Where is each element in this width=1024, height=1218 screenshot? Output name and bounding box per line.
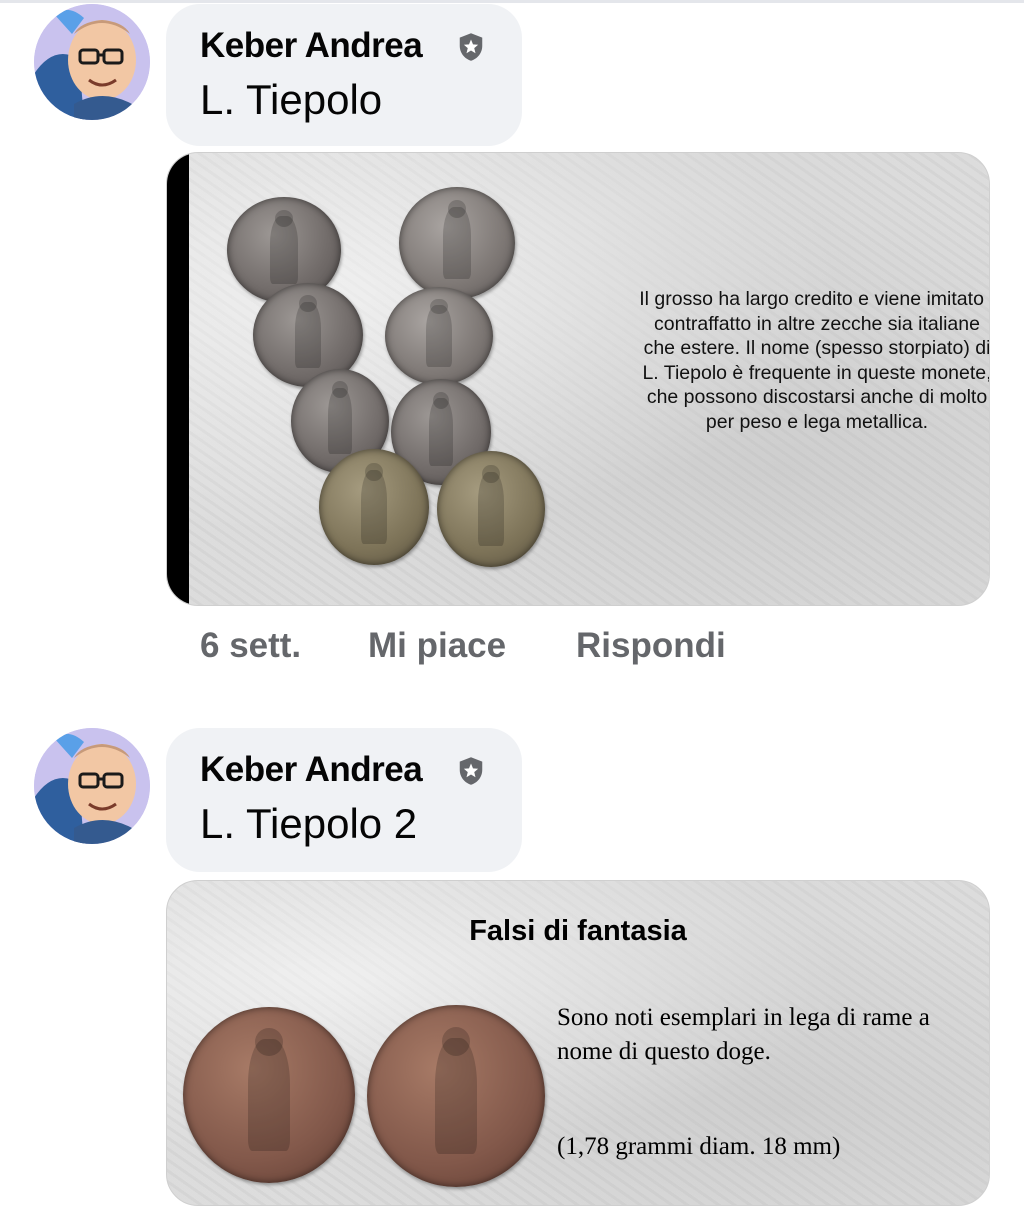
shield-star-icon (456, 32, 486, 62)
coin-image (399, 187, 515, 299)
coin-image (385, 287, 493, 385)
coin-image (367, 1005, 545, 1187)
attached-image-copper-coins[interactable]: Falsi di fantasia Sono noti esemplari in… (166, 880, 990, 1206)
shield-star-icon (456, 756, 486, 786)
coin-image (437, 451, 545, 567)
comment-author[interactable]: Keber Andrea (200, 750, 423, 790)
image-border (167, 153, 189, 605)
avatar-image (34, 728, 150, 844)
avatar-image (34, 4, 150, 120)
watermark-text (577, 241, 967, 281)
image-caption: Sono noti esemplari in lega di rame a no… (557, 1004, 930, 1065)
avatar[interactable] (34, 4, 150, 120)
comment-author[interactable]: Keber Andrea (200, 26, 423, 66)
attached-image-coins[interactable]: Il grosso ha largo credito e viene imita… (166, 152, 990, 606)
like-button[interactable]: Mi piace (368, 626, 506, 666)
image-note: (1,78 grammi diam. 18 mm) (557, 1133, 841, 1160)
comment-bubble: Keber Andrea L. Tiepolo 2 (166, 728, 522, 872)
comment-text: L. Tiepolo (200, 76, 383, 123)
top-divider (0, 0, 1024, 3)
coin-image (319, 449, 429, 565)
comment-time[interactable]: 6 sett. (200, 626, 301, 666)
image-caption: Il grosso ha largo credito e viene imita… (639, 288, 990, 433)
comment-text: L. Tiepolo 2 (200, 800, 418, 847)
reply-button[interactable]: Rispondi (576, 626, 726, 666)
avatar[interactable] (34, 728, 150, 844)
coin-image (183, 1007, 355, 1183)
comment-bubble: Keber Andrea L. Tiepolo (166, 4, 522, 146)
image-title: Falsi di fantasia (469, 915, 687, 947)
